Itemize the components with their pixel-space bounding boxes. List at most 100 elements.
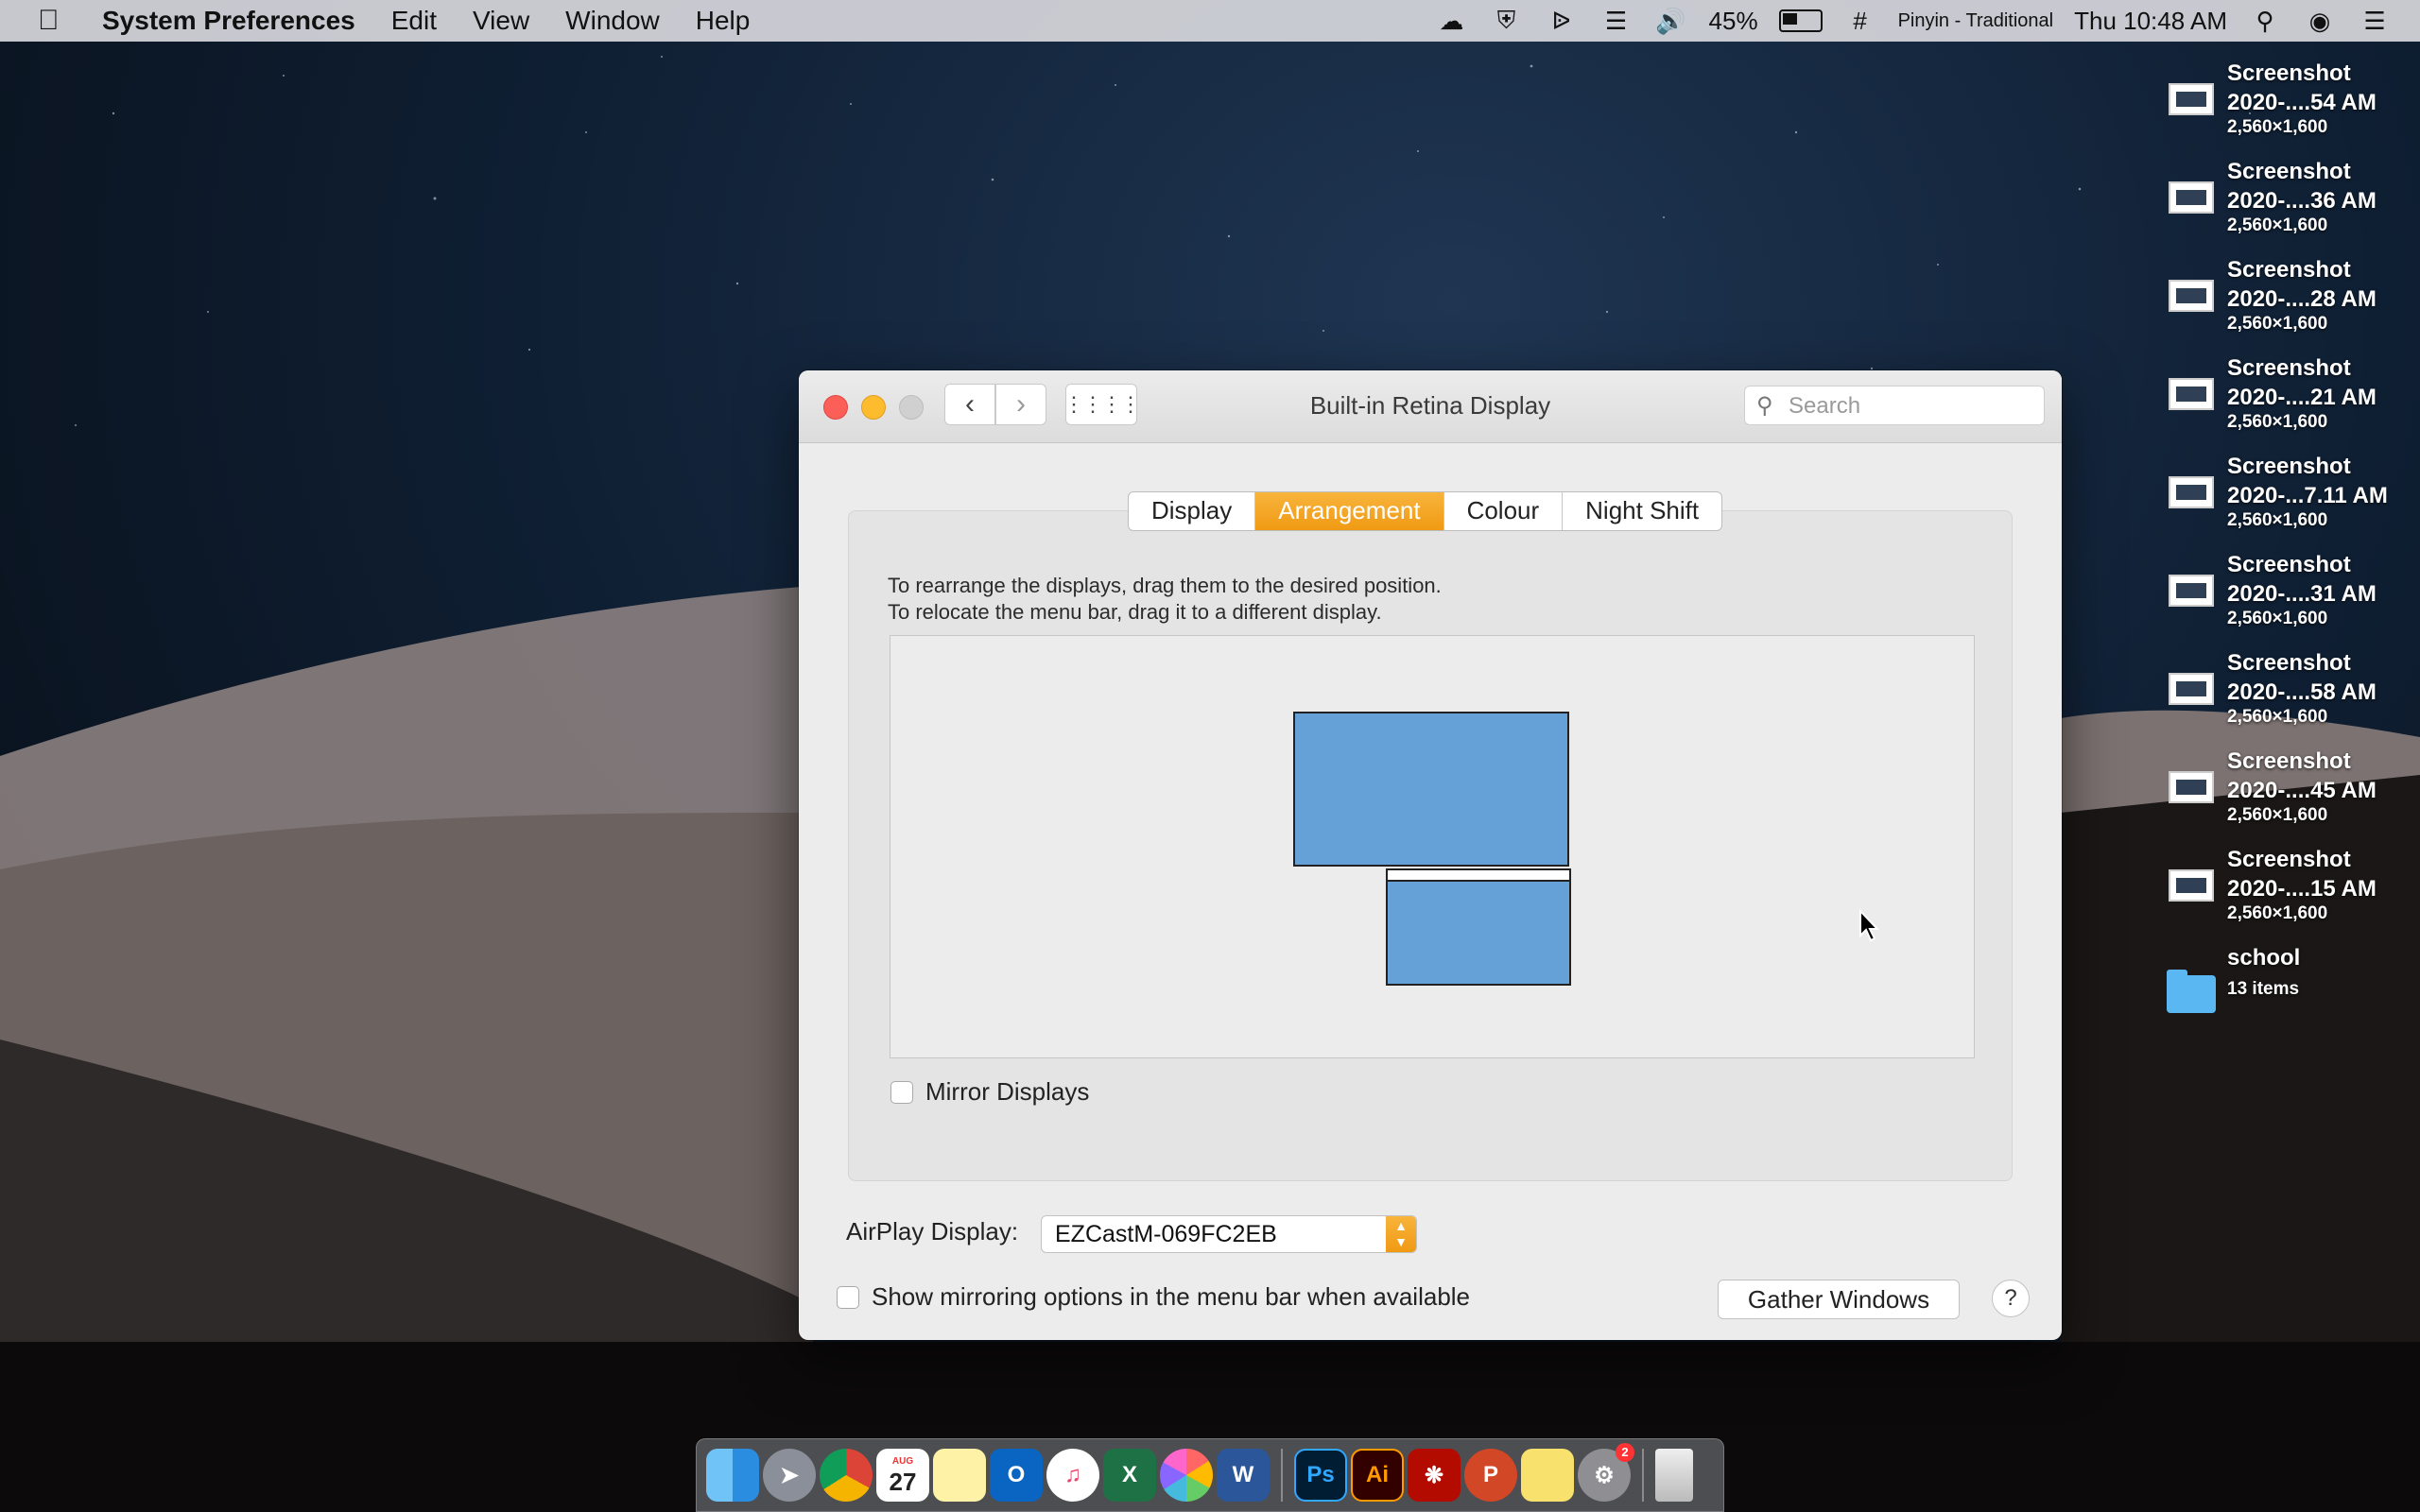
system-preferences-icon[interactable]: ⚙ 2: [1578, 1443, 1634, 1502]
menu-view[interactable]: View: [473, 6, 529, 36]
desktop-file[interactable]: Screenshot 2020-....28 AM 2,560×1,600: [2155, 251, 2411, 350]
file-thumbnail-icon: [2169, 575, 2214, 607]
tab-colour[interactable]: Colour: [1444, 492, 1564, 530]
file-dimensions: 2,560×1,600: [2227, 510, 2328, 530]
help-button[interactable]: ?: [1992, 1280, 2030, 1317]
desktop-file[interactable]: Screenshot 2020-....31 AM 2,560×1,600: [2155, 546, 2411, 644]
mirror-displays-label[interactable]: Mirror Displays: [925, 1077, 1089, 1107]
launchpad-icon[interactable]: ➤: [763, 1449, 816, 1502]
calendar-icon[interactable]: AUG 27: [876, 1449, 929, 1502]
excel-icon[interactable]: X: [1103, 1449, 1156, 1502]
file-thumbnail-icon: [2169, 476, 2214, 508]
word-icon[interactable]: W: [1217, 1449, 1270, 1502]
menu-edit[interactable]: Edit: [391, 6, 437, 36]
dock-separator: [1281, 1449, 1283, 1502]
shield-icon[interactable]: ⛨: [1490, 4, 1524, 38]
file-thumbnail-icon: [2169, 869, 2214, 902]
input-source-label[interactable]: Pinyin - Traditional: [1898, 10, 2054, 32]
calendar-month: AUG: [891, 1456, 914, 1467]
calendar-day: 27: [889, 1468, 917, 1496]
desktop-file[interactable]: Screenshot 2020-...7.11 AM 2,560×1,600: [2155, 448, 2411, 546]
airplay-display-value: EZCastM-069FC2EB: [1055, 1221, 1277, 1247]
battery-percent[interactable]: 45%: [1709, 7, 1758, 36]
battery-icon[interactable]: [1778, 9, 1823, 32]
mirror-displays-checkbox[interactable]: [890, 1081, 913, 1104]
menu-clock[interactable]: Thu 10:48 AM: [2074, 7, 2227, 36]
file-dimensions: 2,560×1,600: [2227, 215, 2328, 235]
desktop-file[interactable]: Screenshot 2020-....58 AM 2,560×1,600: [2155, 644, 2411, 743]
notification-center-icon[interactable]: ☰: [2358, 4, 2392, 38]
desktop-file[interactable]: Screenshot 2020-....54 AM 2,560×1,600: [2155, 55, 2411, 153]
notes-icon[interactable]: [933, 1449, 986, 1502]
show-mirroring-checkbox[interactable]: [837, 1286, 859, 1309]
desktop-folder[interactable]: school 13 items: [2155, 939, 2411, 1038]
creative-cloud-icon[interactable]: ☁: [1435, 4, 1469, 38]
input-source-icon[interactable]: #: [1843, 4, 1877, 38]
bluetooth-icon[interactable]: ᐉ: [1545, 4, 1579, 38]
stickies-icon[interactable]: [1521, 1449, 1574, 1502]
file-name: Screenshot 2020-...7.11 AM: [2227, 454, 2388, 508]
search-icon: ⚲: [1756, 393, 1773, 419]
siri-icon[interactable]: ◉: [2303, 4, 2337, 38]
airplay-display-label: AirPlay Display:: [846, 1217, 1019, 1246]
tab-arrangement[interactable]: Arrangement: [1255, 492, 1444, 530]
trash-icon[interactable]: [1655, 1449, 1693, 1502]
title-bar[interactable]: ‹ › ⋮⋮⋮⋮ Built-in Retina Display ⚲: [799, 370, 2062, 443]
instruction-line-2: To relocate the menu bar, drag it to a d…: [888, 600, 1382, 624]
menu-bar-handle[interactable]: [1388, 870, 1569, 882]
menu-window[interactable]: Window: [565, 6, 660, 36]
menu-app-name[interactable]: System Preferences: [102, 6, 355, 36]
wifi-icon[interactable]: ☰: [1599, 4, 1634, 38]
search-input[interactable]: [1787, 390, 2036, 422]
file-dimensions: 2,560×1,600: [2227, 609, 2328, 628]
desktop-file[interactable]: Screenshot 2020-....45 AM 2,560×1,600: [2155, 743, 2411, 841]
tab-night-shift[interactable]: Night Shift: [1563, 492, 1721, 530]
desktop-file[interactable]: Screenshot 2020-....36 AM 2,560×1,600: [2155, 153, 2411, 251]
file-dimensions: 2,560×1,600: [2227, 903, 2328, 923]
volume-icon[interactable]: 🔊: [1654, 4, 1688, 38]
apple-menu-icon[interactable]: : [38, 5, 68, 37]
acrobat-icon[interactable]: ❋: [1408, 1449, 1461, 1502]
file-thumbnail-icon: [2169, 83, 2214, 115]
dock-separator: [1642, 1449, 1644, 1502]
photos-icon[interactable]: [1160, 1449, 1213, 1502]
dock: ➤ AUG 27 O ♫ X W Ps Ai ❋ P ⚙ 2: [696, 1438, 1724, 1512]
file-name: Screenshot 2020-....58 AM: [2227, 650, 2377, 705]
search-field[interactable]: ⚲: [1744, 386, 2045, 425]
desktop-items: Screenshot 2020-....54 AM 2,560×1,600 Scr…: [2155, 55, 2411, 1038]
arrangement-instructions: To rearrange the displays, drag them to …: [888, 573, 1442, 626]
tab-bar: Display Arrangement Colour Night Shift: [1128, 491, 1723, 531]
mouse-pointer-icon: [1859, 909, 1880, 942]
menu-help[interactable]: Help: [696, 6, 751, 36]
tab-display[interactable]: Display: [1129, 492, 1256, 530]
notification-badge: 2: [1616, 1443, 1634, 1462]
finder-icon[interactable]: [706, 1449, 759, 1502]
illustrator-icon[interactable]: Ai: [1351, 1449, 1404, 1502]
file-name: Screenshot 2020-....45 AM: [2227, 748, 2377, 803]
file-dimensions: 2,560×1,600: [2227, 117, 2328, 137]
gather-windows-button[interactable]: Gather Windows: [1718, 1280, 1960, 1319]
display-thumbnail-secondary[interactable]: [1386, 868, 1571, 986]
airplay-display-select[interactable]: EZCastM-069FC2EB ▲ ▼: [1041, 1215, 1417, 1253]
menu-bar:  System Preferences Edit View Window He…: [0, 0, 2420, 42]
display-thumbnail-main[interactable]: [1293, 712, 1569, 867]
outlook-icon[interactable]: O: [990, 1449, 1043, 1502]
folder-name: school: [2227, 945, 2301, 971]
display-arrangement-area: [890, 635, 1975, 1058]
show-mirroring-label[interactable]: Show mirroring options in the menu bar w…: [872, 1282, 1470, 1312]
file-thumbnail-icon: [2169, 181, 2214, 214]
file-name: Screenshot 2020-....31 AM: [2227, 552, 2377, 607]
file-name: Screenshot 2020-....54 AM: [2227, 60, 2377, 115]
photoshop-icon[interactable]: Ps: [1294, 1449, 1347, 1502]
powerpoint-icon[interactable]: P: [1464, 1449, 1517, 1502]
file-dimensions: 2,560×1,600: [2227, 314, 2328, 334]
folder-icon: [2167, 970, 2216, 1013]
file-name: Screenshot 2020-....21 AM: [2227, 355, 2377, 410]
desktop-file[interactable]: Screenshot 2020-....15 AM 2,560×1,600: [2155, 841, 2411, 939]
desktop-file[interactable]: Screenshot 2020-....21 AM 2,560×1,600: [2155, 350, 2411, 448]
file-thumbnail-icon: [2169, 378, 2214, 410]
folder-item-count: 13 items: [2227, 979, 2300, 999]
itunes-icon[interactable]: ♫: [1046, 1449, 1099, 1502]
chrome-icon[interactable]: [820, 1449, 873, 1502]
spotlight-search-icon[interactable]: ⚲: [2248, 4, 2282, 38]
